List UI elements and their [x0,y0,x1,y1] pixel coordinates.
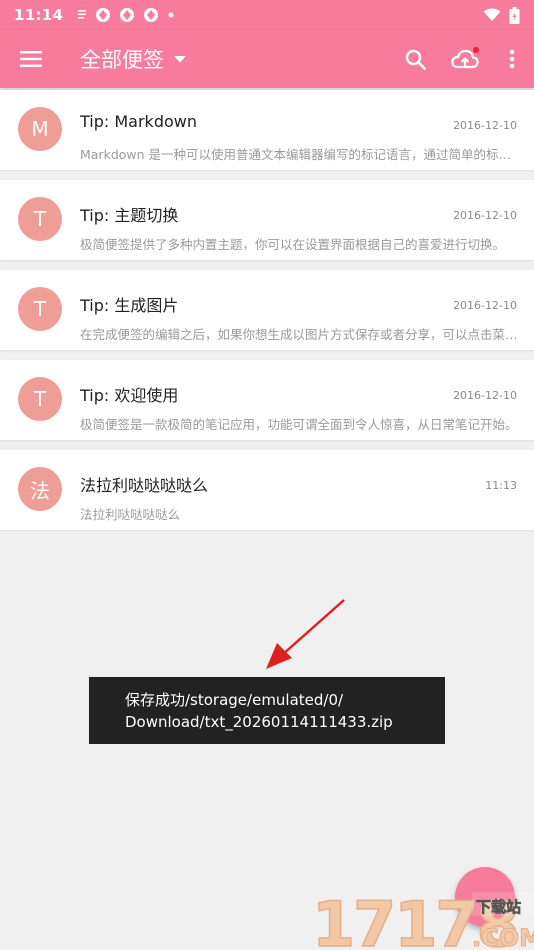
toast-line: 保存成功/storage/emulated/0/ [125,691,344,709]
annotation-arrow-icon [266,599,345,669]
toast-line: Download/txt_20260114111433.zip [125,713,393,731]
toast-message: 保存成功/storage/emulated/0/ Download/txt_20… [89,677,445,744]
watermark-logo: 17178 下载站 .COM [311,887,534,950]
svg-text:下载站: 下载站 [476,898,521,916]
svg-text:.COM: .COM [472,924,534,950]
